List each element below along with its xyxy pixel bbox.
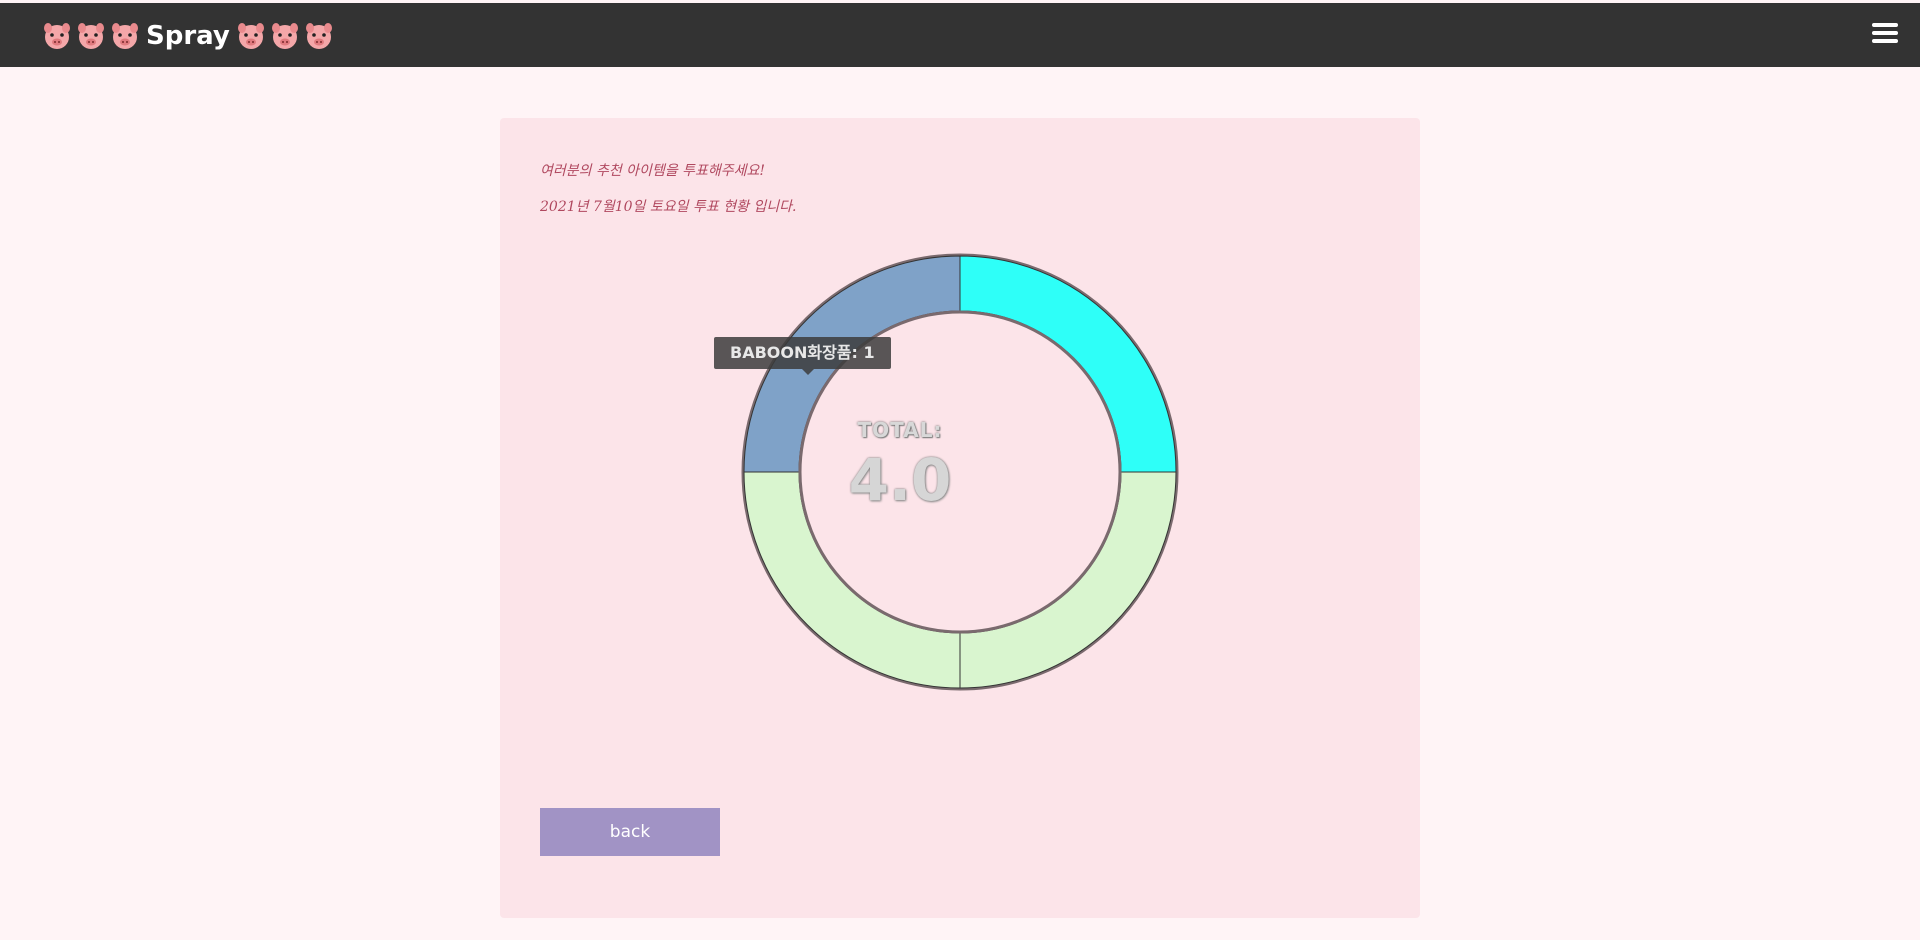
total-value: 4.0 — [848, 446, 952, 514]
chart-tooltip: BABOON화장품: 1 — [714, 337, 891, 375]
back-button[interactable]: back — [540, 808, 720, 856]
total-label: TOTAL: — [857, 418, 943, 442]
donut-slice[interactable] — [959, 471, 1177, 689]
donut-slice[interactable] — [959, 255, 1177, 473]
